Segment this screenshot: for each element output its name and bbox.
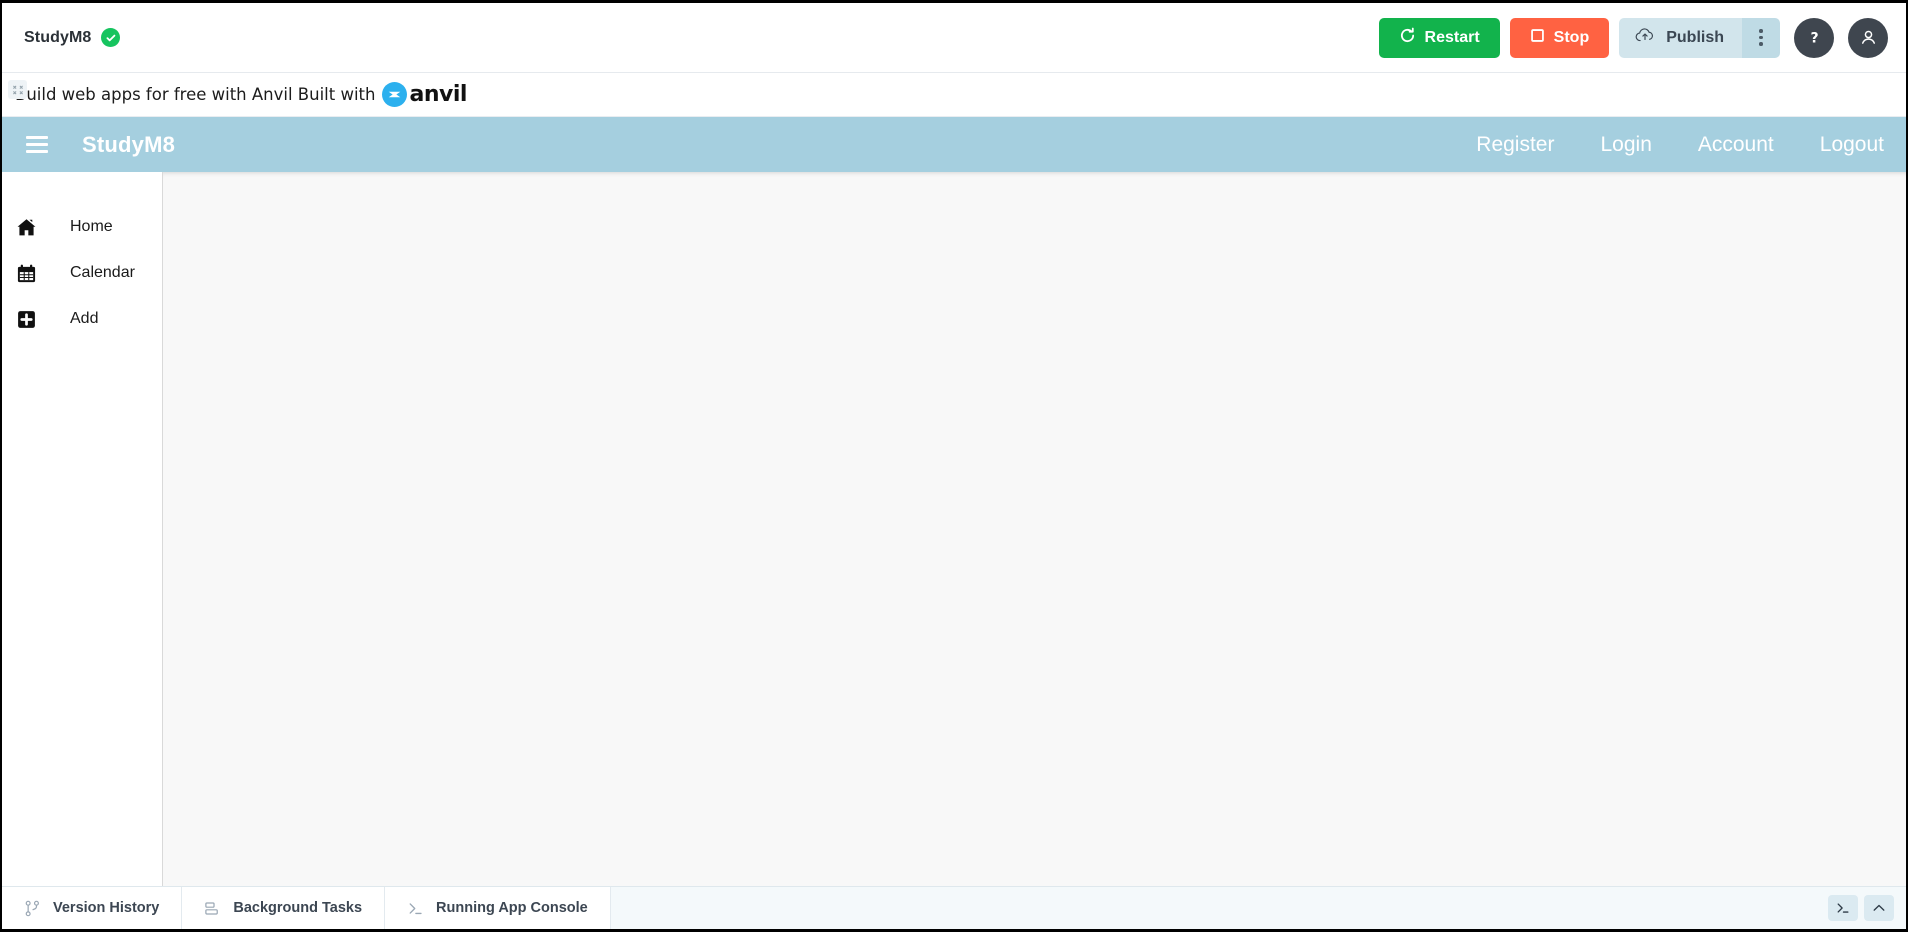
tab-running-app-console[interactable]: Running App Console: [385, 887, 611, 929]
ide-bottom-bar: Version History Background Tasks Running…: [2, 886, 1906, 929]
anvil-logo-icon: [382, 82, 408, 107]
cloud-upload-icon: [1635, 27, 1655, 48]
ide-window: StudyM8 Restart Stop Publish ? Build web…: [2, 3, 1906, 929]
kebab-menu-icon: [1759, 29, 1763, 46]
app-title: StudyM8: [24, 28, 92, 46]
sidebar-item-calendar[interactable]: Calendar: [2, 250, 162, 296]
restart-label: Restart: [1424, 28, 1480, 46]
terminal-prompt-icon-button[interactable]: [1828, 895, 1858, 921]
sidebar-item-home[interactable]: Home: [2, 204, 162, 250]
tab-version-history[interactable]: Version History: [2, 887, 183, 929]
calendar-icon: [16, 263, 48, 284]
tasks-icon: [204, 900, 221, 917]
nav-link-login[interactable]: Login: [1600, 133, 1651, 157]
anvil-logo: anvil: [382, 81, 467, 107]
app-content-area: [163, 172, 1906, 886]
home-icon: [16, 217, 48, 238]
publish-button-group: Publish: [1619, 17, 1780, 58]
navbar-brand[interactable]: StudyM8: [82, 132, 175, 158]
stop-label: Stop: [1553, 28, 1590, 46]
nav-link-account[interactable]: Account: [1698, 133, 1774, 157]
tab-background-tasks[interactable]: Background Tasks: [182, 887, 386, 929]
svg-text:?: ?: [1810, 30, 1818, 46]
chevron-up-icon-button[interactable]: [1864, 895, 1894, 921]
promo-text: Build web apps for free with Anvil Built…: [15, 85, 376, 104]
app-navbar: StudyM8 Register Login Account Logout: [2, 117, 1906, 172]
ide-toolbar: StudyM8 Restart Stop Publish ?: [2, 3, 1906, 73]
screenshot-root: StudyM8 Restart Stop Publish ? Build web…: [0, 0, 1908, 932]
app-sidebar: Home Calendar Add: [2, 172, 163, 886]
check-circle-icon: [101, 28, 121, 47]
terminal-icon: [407, 900, 424, 917]
publish-label: Publish: [1666, 28, 1724, 46]
tab-label-version-history: Version History: [53, 900, 160, 916]
bottom-bar-spacer: [610, 887, 1828, 929]
tab-label-background-tasks: Background Tasks: [233, 900, 363, 916]
plus-square-icon: [16, 309, 48, 330]
nav-link-logout[interactable]: Logout: [1820, 133, 1884, 157]
app-body: Home Calendar Add: [2, 172, 1906, 886]
navbar-links: Register Login Account Logout: [1476, 133, 1884, 157]
publish-more-button[interactable]: [1742, 17, 1780, 58]
sidebar-item-add[interactable]: Add: [2, 296, 162, 342]
tab-label-running-app-console: Running App Console: [436, 900, 588, 916]
app-identity: StudyM8: [24, 28, 121, 47]
sidebar-label-home: Home: [70, 218, 113, 235]
restart-button[interactable]: Restart: [1378, 17, 1500, 58]
anvil-wordmark: anvil: [409, 81, 467, 107]
sidebar-label-calendar: Calendar: [70, 264, 135, 281]
user-account-button[interactable]: [1848, 17, 1888, 58]
toolbar-actions: Restart Stop Publish ?: [1378, 17, 1888, 58]
anvil-promo-banner: Build web apps for free with Anvil Built…: [2, 73, 1906, 117]
nav-link-register[interactable]: Register: [1476, 133, 1554, 157]
sidebar-label-add: Add: [70, 310, 99, 327]
restart-icon: [1399, 27, 1416, 49]
stop-button[interactable]: Stop: [1509, 17, 1610, 58]
branch-icon: [24, 900, 41, 917]
stop-icon: [1530, 28, 1545, 48]
bottom-bar-actions: [1828, 887, 1906, 929]
broken-image-icon: [8, 80, 27, 99]
publish-button[interactable]: Publish: [1619, 17, 1742, 58]
help-button[interactable]: ?: [1794, 17, 1834, 58]
hamburger-menu-icon[interactable]: [22, 132, 52, 157]
